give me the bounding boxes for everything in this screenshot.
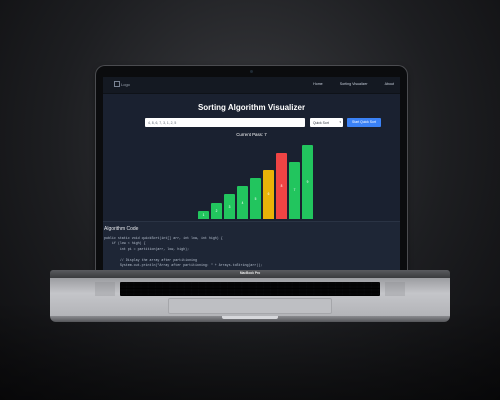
current-pass-label: Current Pass: 7	[236, 132, 267, 137]
right-speaker-grille	[385, 282, 405, 296]
left-speaker-grille	[95, 282, 115, 296]
nav-link-about[interactable]: About	[385, 82, 394, 86]
chevron-down-icon: ▾	[339, 120, 341, 124]
laptop-lid: Logo Home Sorting Visualizer About Sorti…	[96, 66, 407, 272]
page-title: Sorting Algorithm Visualizer	[197, 103, 306, 112]
bar-value-label: 2	[215, 208, 218, 213]
keyboard	[120, 282, 380, 296]
bar-4: 4	[237, 186, 248, 219]
bar-9: 9	[302, 145, 313, 219]
bar-6: 6	[263, 169, 274, 219]
brand-label: MacBook Pro	[239, 271, 261, 275]
keyboard-deck	[50, 278, 450, 316]
bar-5: 5	[250, 178, 261, 219]
bar-value-label: 9	[306, 180, 309, 185]
nav-link-sorting-visualizer[interactable]: Sorting Visualizer	[340, 82, 368, 86]
bar-3: 3	[224, 194, 235, 219]
code-panel: Algorithm Code public static void quickS…	[103, 221, 400, 272]
bar-value-label: 3	[228, 204, 231, 209]
bar-value-label: 7	[293, 188, 296, 193]
top-navbar: Logo Home Sorting Visualizer About	[103, 77, 400, 94]
bar-value-label: 4	[241, 200, 244, 205]
code-line: System.out.println("Array after partitio…	[104, 263, 263, 268]
broken-image-icon	[114, 81, 120, 87]
algorithm-select-value: Quick Sort	[313, 120, 329, 125]
laptop-base: MacBook Pro	[50, 270, 450, 322]
laptop-screen: Logo Home Sorting Visualizer About Sorti…	[103, 77, 400, 272]
bar-value-label: 8	[280, 184, 283, 189]
lid-notch	[222, 316, 278, 319]
array-input[interactable]: 4, 8, 6, 7, 3, 1, 2, 5	[145, 118, 305, 127]
nav-links: Home Sorting Visualizer About	[297, 82, 394, 86]
bar-8: 8	[276, 153, 287, 219]
code-block: public static void quickSort(int[] arr, …	[104, 236, 262, 268]
code-heading: Algorithm Code	[104, 226, 139, 232]
hinge: MacBook Pro	[50, 270, 450, 278]
logo[interactable]: Logo	[114, 81, 130, 87]
bar-value-label: 1	[202, 212, 205, 217]
bar-2: 2	[211, 202, 222, 219]
bar-1: 1	[198, 210, 209, 219]
nav-link-home[interactable]: Home	[313, 82, 323, 86]
bar-visualization: 1 2 3 4 5 6 8 7 9	[103, 139, 400, 219]
bar-value-label: 5	[254, 196, 257, 201]
bar-7: 7	[289, 161, 300, 219]
algorithm-select[interactable]: Quick Sort ▾	[310, 118, 343, 127]
front-edge	[50, 316, 450, 322]
camera-icon	[250, 70, 253, 73]
logo-alt-text: Logo	[121, 82, 130, 87]
start-sort-button[interactable]: Start Quick Sort	[347, 118, 381, 127]
bar-value-label: 6	[267, 192, 270, 197]
trackpad	[168, 298, 332, 314]
